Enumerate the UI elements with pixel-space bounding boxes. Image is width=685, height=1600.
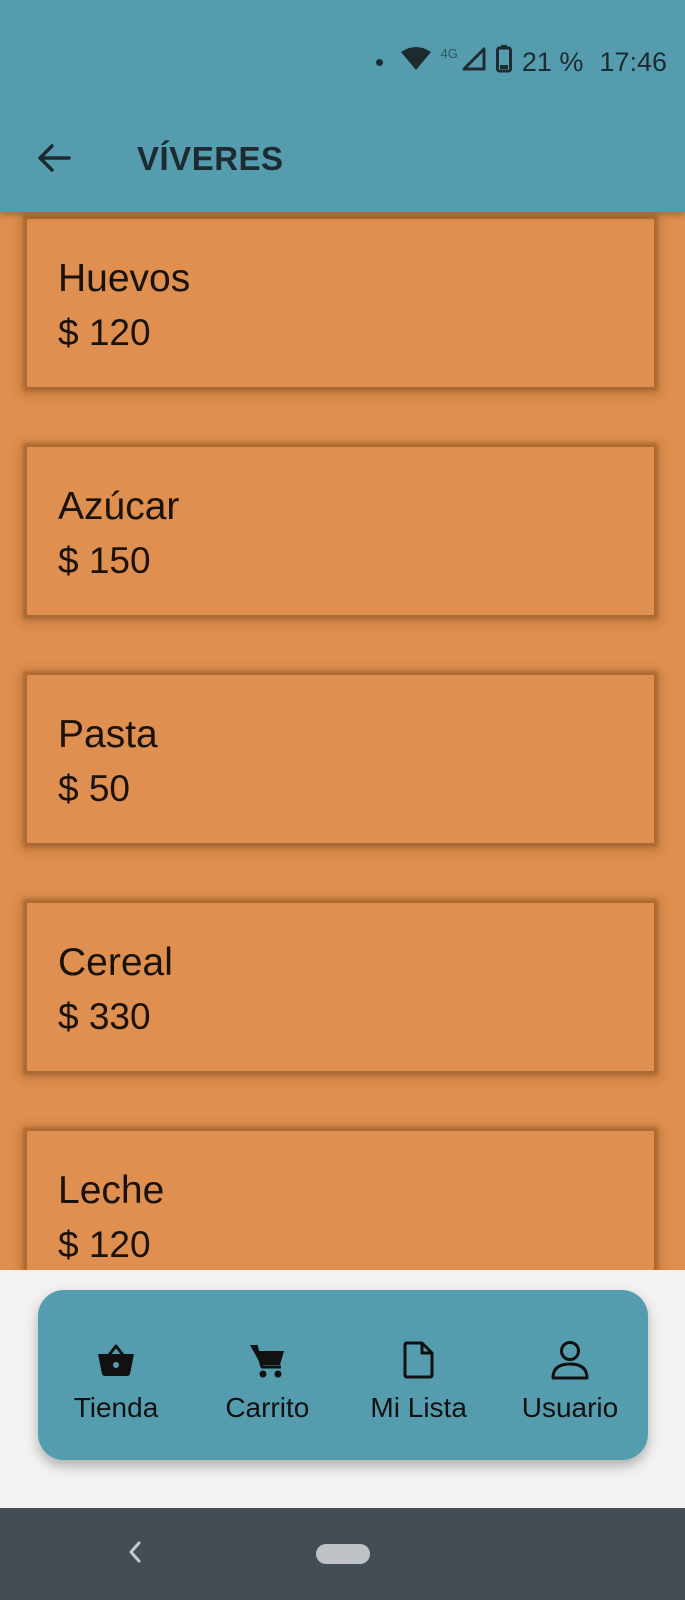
system-nav-bar: [0, 1508, 685, 1600]
product-card[interactable]: Leche $ 120: [27, 1131, 654, 1270]
user-icon: [550, 1340, 590, 1380]
product-price: $ 150: [58, 540, 151, 581]
nav-item-mi-lista[interactable]: Mi Lista: [349, 1290, 489, 1460]
product-name: Pasta: [58, 713, 158, 756]
nav-item-carrito[interactable]: Carrito: [197, 1290, 337, 1460]
system-back-button[interactable]: [120, 1534, 150, 1574]
nav-label: Tienda: [73, 1392, 159, 1423]
nav-label: Carrito: [225, 1392, 310, 1423]
chevron-left-icon: [127, 1540, 143, 1569]
nav-item-tienda[interactable]: Tienda: [46, 1290, 186, 1460]
product-price: $ 330: [58, 996, 151, 1037]
product-card[interactable]: Pasta $ 50: [27, 675, 654, 843]
nav-item-usuario[interactable]: Usuario: [500, 1290, 640, 1460]
back-button[interactable]: [34, 142, 74, 178]
product-card[interactable]: Azúcar $ 150: [27, 447, 654, 615]
product-card[interactable]: Huevos $ 120: [27, 219, 654, 387]
product-name: Huevos: [58, 257, 191, 300]
wifi-icon: [400, 46, 431, 78]
battery-icon: [495, 44, 512, 80]
notification-dot-icon: [375, 58, 383, 66]
bottom-nav: Tienda Carrito Mi Lista Usuario: [38, 1290, 648, 1460]
product-card[interactable]: Cereal $ 330: [27, 903, 654, 1071]
arrow-left-icon: [37, 143, 71, 178]
app-bar: 4G 21 % 17:46 VÍVERES: [0, 0, 685, 212]
product-name: Cereal: [58, 941, 173, 984]
cart-icon: [247, 1340, 287, 1380]
product-list[interactable]: Huevos $ 120 Azúcar $ 150 Pasta $ 50 Cer…: [0, 212, 685, 1270]
product-name: Leche: [58, 1169, 165, 1212]
document-icon: [399, 1340, 439, 1380]
nav-label: Usuario: [521, 1392, 619, 1423]
page-title: VÍVERES: [137, 140, 284, 177]
network-type-label: 4G: [440, 46, 458, 61]
clock: 17:46: [599, 46, 667, 77]
home-pill-icon[interactable]: [316, 1544, 370, 1564]
product-name: Azúcar: [58, 485, 180, 528]
basket-icon: [96, 1340, 136, 1380]
status-bar: 4G 21 % 17:46: [375, 42, 667, 82]
bottom-nav-area: Tienda Carrito Mi Lista Usuario: [0, 1270, 685, 1510]
product-price: $ 50: [58, 768, 131, 809]
toolbar: VÍVERES: [0, 130, 685, 190]
product-price: $ 120: [58, 1224, 151, 1265]
product-price: $ 120: [58, 312, 151, 353]
signal-icon: [462, 47, 486, 78]
nav-label: Mi Lista: [370, 1392, 467, 1423]
battery-percent: 21 %: [521, 46, 584, 77]
